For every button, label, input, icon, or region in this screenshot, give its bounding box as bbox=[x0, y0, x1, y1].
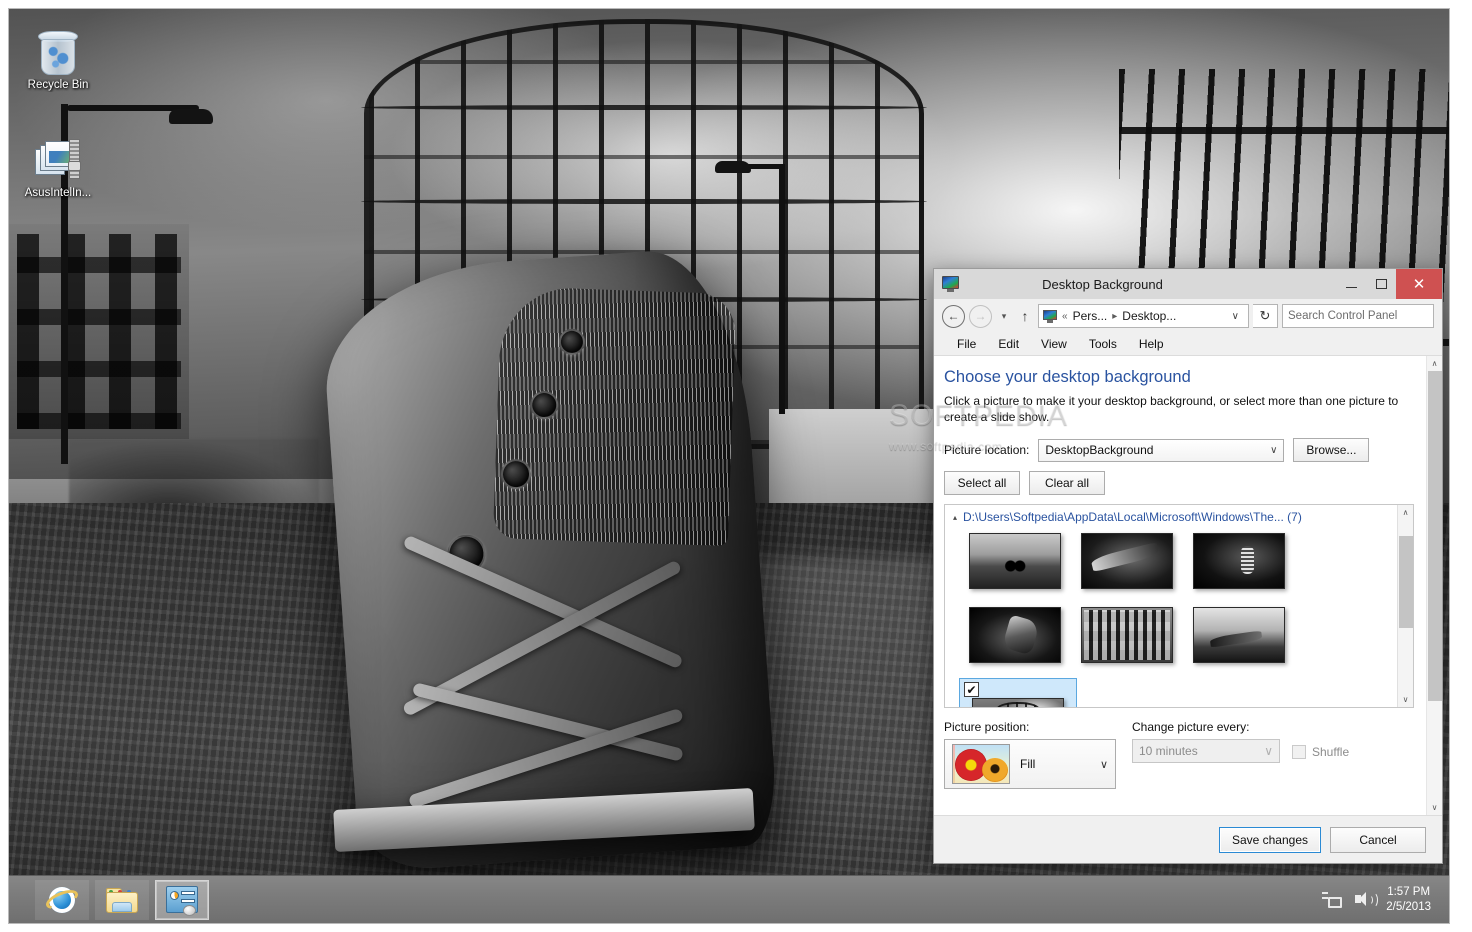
wallpaper-gallery[interactable]: ▴ D:\Users\Softpedia\AppData\Local\Micro… bbox=[944, 504, 1414, 708]
forward-button[interactable]: → bbox=[969, 304, 992, 328]
menu-view[interactable]: View bbox=[1030, 337, 1078, 351]
desktop-icon-label: AsusIntelIn... bbox=[24, 187, 92, 199]
back-button[interactable]: ← bbox=[942, 304, 965, 328]
breadcrumb-item-desktop-background[interactable]: Desktop... bbox=[1122, 309, 1176, 323]
control-panel-icon bbox=[166, 886, 198, 916]
maximize-button[interactable] bbox=[1366, 269, 1396, 299]
search-input[interactable] bbox=[1288, 310, 1442, 322]
gallery-scroll-thumb[interactable] bbox=[1398, 536, 1413, 628]
system-tray[interactable]: 1:57 PM 2/5/2013 bbox=[1322, 885, 1449, 915]
gallery-scroll-down-button[interactable]: ∨ bbox=[1398, 692, 1414, 707]
menu-edit[interactable]: Edit bbox=[987, 337, 1030, 351]
gallery-scroll-up-button[interactable]: ∧ bbox=[1398, 505, 1414, 520]
gallery-scroll-track[interactable] bbox=[1398, 520, 1414, 692]
taskbar[interactable]: 1:57 PM 2/5/2013 bbox=[9, 875, 1449, 923]
picture-location-label: Picture location: bbox=[944, 443, 1030, 457]
clock-time: 1:57 PM bbox=[1387, 885, 1431, 898]
window-scrollbar[interactable]: ∧ ∨ bbox=[1426, 356, 1442, 815]
thumbnail-item-selected[interactable]: ✔ bbox=[959, 678, 1077, 707]
search-box[interactable] bbox=[1282, 304, 1442, 328]
picture-position-label: Picture position: bbox=[944, 720, 1030, 734]
breadcrumb-overflow[interactable]: « bbox=[1062, 311, 1068, 322]
taskbar-item-control-panel[interactable] bbox=[155, 879, 209, 920]
thumbnail-item[interactable] bbox=[1183, 604, 1295, 666]
refresh-button[interactable]: ↻ bbox=[1253, 304, 1278, 328]
personalization-icon bbox=[942, 276, 959, 292]
window-titlebar[interactable]: Desktop Background ✕ bbox=[934, 269, 1442, 299]
desktop-icon-recycle-bin[interactable]: Recycle Bin bbox=[15, 23, 101, 92]
up-button[interactable]: ↑ bbox=[1016, 308, 1034, 324]
save-changes-button[interactable]: Save changes bbox=[1218, 826, 1321, 853]
window-content: Choose your desktop background Click a p… bbox=[934, 356, 1426, 815]
thumbnail-item[interactable] bbox=[1071, 530, 1183, 592]
wallpaper-piano bbox=[318, 245, 780, 873]
window-scroll-track[interactable] bbox=[1427, 371, 1443, 800]
address-personalization-icon bbox=[1043, 309, 1057, 323]
thumbnail-item[interactable] bbox=[959, 604, 1071, 666]
change-interval-label: Change picture every: bbox=[1132, 720, 1250, 734]
wallpaper-building bbox=[9, 224, 189, 439]
picture-position-preview-icon bbox=[952, 744, 1010, 784]
menu-bar[interactable]: File Edit View Tools Help bbox=[934, 333, 1442, 355]
picture-location-select[interactable]: DesktopBackground ∨ bbox=[1038, 438, 1285, 462]
change-interval-value: 10 minutes bbox=[1139, 744, 1198, 758]
taskbar-item-file-explorer[interactable] bbox=[95, 879, 149, 920]
cancel-button[interactable]: Cancel bbox=[1330, 826, 1426, 853]
gallery-group-label: D:\Users\Softpedia\AppData\Local\Microso… bbox=[963, 510, 1302, 524]
desktop-icon-label: Recycle Bin bbox=[27, 79, 89, 91]
recent-locations-icon[interactable]: ▾ bbox=[996, 311, 1012, 322]
page-title: Choose your desktop background bbox=[944, 368, 1191, 386]
change-interval-select[interactable]: 10 minutes ∨ bbox=[1132, 739, 1280, 763]
breadcrumb-separator-icon: ▸ bbox=[1112, 310, 1118, 322]
thumbnail-item[interactable] bbox=[1183, 530, 1295, 592]
gallery-scrollbar[interactable]: ∧ ∨ bbox=[1397, 505, 1413, 707]
network-icon[interactable] bbox=[1322, 891, 1343, 909]
address-dropdown-icon[interactable]: ∨ bbox=[1227, 311, 1244, 322]
menu-help[interactable]: Help bbox=[1128, 337, 1175, 351]
gallery-group-header[interactable]: ▴ D:\Users\Softpedia\AppData\Local\Micro… bbox=[945, 505, 1397, 528]
picture-location-value: DesktopBackground bbox=[1045, 443, 1154, 457]
select-all-button[interactable]: Select all bbox=[944, 471, 1020, 495]
internet-explorer-icon bbox=[43, 885, 81, 915]
desktop-background-window[interactable]: Desktop Background ✕ ← → ▾ ↑ « Pers... ▸… bbox=[933, 268, 1443, 864]
command-bar: Save changes Cancel bbox=[934, 815, 1442, 863]
clock-date: 2/5/2013 bbox=[1386, 900, 1431, 913]
zip-archive-icon bbox=[15, 131, 101, 183]
page-description: Click a picture to make it your desktop … bbox=[944, 394, 1399, 424]
window-title: Desktop Background bbox=[1042, 276, 1163, 292]
window-scroll-thumb[interactable] bbox=[1427, 371, 1442, 701]
desktop-icon-asus-archive[interactable]: AsusIntelIn... bbox=[15, 131, 101, 200]
recycle-bin-icon bbox=[15, 23, 101, 75]
chevron-down-icon: ∨ bbox=[1099, 758, 1108, 771]
menu-tools[interactable]: Tools bbox=[1078, 337, 1128, 351]
thumbnail-item[interactable] bbox=[959, 530, 1071, 592]
window-scroll-up-button[interactable]: ∧ bbox=[1427, 356, 1443, 371]
clock[interactable]: 1:57 PM 2/5/2013 bbox=[1386, 885, 1431, 915]
group-expander-icon[interactable]: ▴ bbox=[953, 513, 957, 522]
thumbnail-item[interactable] bbox=[1071, 604, 1183, 666]
address-bar[interactable]: « Pers... ▸ Desktop... ∨ bbox=[1038, 304, 1249, 328]
menu-file[interactable]: File bbox=[946, 337, 987, 351]
thumbnail-checkbox[interactable]: ✔ bbox=[964, 682, 979, 697]
clear-all-button[interactable]: Clear all bbox=[1029, 471, 1105, 495]
shuffle-checkbox[interactable] bbox=[1292, 745, 1306, 759]
shuffle-option[interactable]: Shuffle bbox=[1292, 743, 1349, 759]
navigation-toolbar[interactable]: ← → ▾ ↑ « Pers... ▸ Desktop... ∨ ↻ bbox=[934, 299, 1442, 333]
chevron-down-icon: ∨ bbox=[1264, 744, 1273, 758]
thumbnail-grid[interactable]: ✔ bbox=[945, 528, 1397, 707]
folder-icon bbox=[106, 887, 138, 913]
minimize-button[interactable] bbox=[1336, 269, 1366, 299]
picture-position-select[interactable]: Fill ∨ bbox=[944, 739, 1116, 789]
shuffle-label: Shuffle bbox=[1312, 745, 1350, 759]
desktop[interactable]: Recycle Bin AsusIntelIn... Desktop Backg… bbox=[8, 8, 1450, 924]
taskbar-item-internet-explorer[interactable] bbox=[35, 879, 89, 920]
breadcrumb-item-personalization[interactable]: Pers... bbox=[1073, 309, 1108, 323]
chevron-down-icon: ∨ bbox=[1270, 444, 1278, 456]
volume-icon[interactable] bbox=[1354, 891, 1379, 909]
screenshot-canvas: Recycle Bin AsusIntelIn... Desktop Backg… bbox=[0, 0, 1472, 932]
browse-button[interactable]: Browse... bbox=[1293, 438, 1370, 462]
window-scroll-down-button[interactable]: ∨ bbox=[1427, 800, 1443, 815]
close-button[interactable]: ✕ bbox=[1396, 269, 1442, 299]
picture-position-value: Fill bbox=[1020, 757, 1036, 771]
